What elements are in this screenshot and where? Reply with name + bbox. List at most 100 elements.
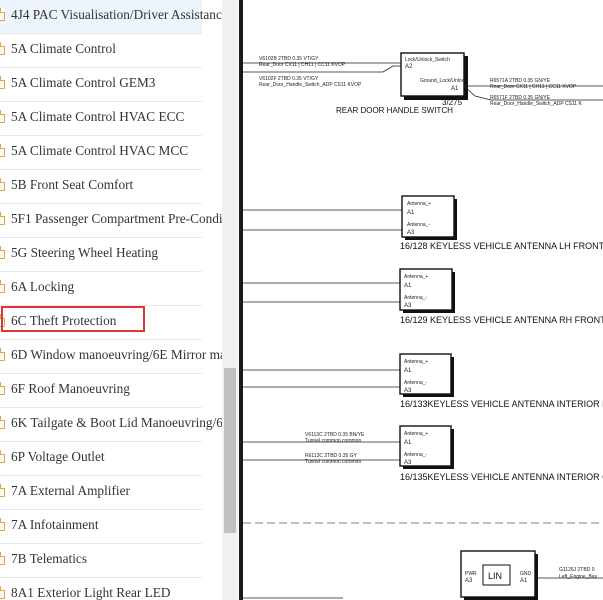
tree-item-6a-locking[interactable]: 6A Locking — [0, 272, 202, 306]
component-title: REAR DOOR HANDLE SWITCH — [336, 106, 453, 115]
selection-highlight — [1, 306, 145, 332]
component-caption: 16/135KEYLESS VEHICLE ANTENNA INTERIOR C — [400, 472, 603, 482]
tree-item-5a-climate-control-gem3[interactable]: 5A Climate Control GEM3 — [0, 68, 202, 102]
component-caption: 16/129 KEYLESS VEHICLE ANTENNA RH FRONT — [400, 315, 603, 325]
document-icon — [0, 178, 5, 191]
tree-item-label: 5F1 Passenger Compartment Pre-Conditioni… — [11, 211, 222, 226]
tree-item-label: 5A Climate Control HVAC MCC — [11, 143, 189, 158]
pin-number: A3 — [407, 230, 415, 236]
document-icon — [0, 416, 5, 429]
tree-item-7b-telematics[interactable]: 7B Telematics — [0, 544, 202, 578]
tree-item-4j4-pac-visualisation[interactable]: 4J4 PAC Visualisation/Driver Assistance — [0, 0, 222, 34]
tree-item-label: 5A Climate Control GEM3 — [11, 75, 156, 90]
document-icon — [0, 450, 5, 463]
lin-label: LIN — [488, 571, 502, 581]
tree-item-5a-climate-control-hvac-mcc[interactable]: 5A Climate Control HVAC MCC — [0, 136, 202, 170]
document-icon — [0, 110, 5, 123]
document-icon — [0, 42, 5, 55]
pin-number: A3 — [465, 578, 473, 584]
pin-label: Antenna_- — [404, 452, 427, 458]
pin-number: A1 — [520, 578, 528, 584]
pin-label: Antenna_- — [404, 295, 427, 301]
sidebar-scrollbar[interactable] — [222, 0, 238, 600]
keyless-antenna-interior-left[interactable]: Antenna_+ A1 Antenna_- A3 16/133KEYLESS … — [243, 353, 603, 409]
wire-label: Tunnel common common — [305, 459, 361, 465]
document-icon — [0, 586, 5, 599]
tree-item-label: 5B Front Seat Comfort — [11, 177, 134, 192]
tree-item-5f1-passenger-compartment[interactable]: 5F1 Passenger Compartment Pre-Conditioni… — [0, 204, 222, 238]
pin-label: Ground_Lock/Unlock — [420, 78, 467, 84]
document-icon — [0, 484, 5, 497]
pin-label: Antenna_+ — [407, 201, 431, 207]
tree-item-label: 7B Telematics — [11, 551, 88, 566]
document-icon — [0, 280, 5, 293]
tree-item-7a-infotainment[interactable]: 7A Infotainment — [0, 510, 202, 544]
keyless-antenna-interior-centre[interactable]: V6113C 2TBD 0.35 BN/YE Tunnel common com… — [243, 425, 603, 482]
pin-label: PWR — [465, 571, 477, 577]
pin-number: A1 — [404, 283, 412, 289]
tree-item-5a-climate-control[interactable]: 5A Climate Control — [0, 34, 202, 68]
tree-item-5a-climate-control-hvac-ecc[interactable]: 5A Climate Control HVAC ECC — [0, 102, 202, 136]
pin-label: Antenna_+ — [404, 431, 428, 437]
document-icon — [0, 212, 5, 225]
pin-number: A1 — [404, 440, 412, 446]
pin-number: A3 — [404, 460, 412, 466]
pin-number: A2 — [405, 64, 413, 70]
tree-item-5b-front-seat-comfort[interactable]: 5B Front Seat Comfort — [0, 170, 202, 204]
wire-label: Rear_Door_Handle_Switch_ADP CS11 K — [490, 101, 582, 107]
tree-item-6f-roof-manoeuvring[interactable]: 6F Roof Manoeuvring — [0, 374, 202, 408]
tree-item-label: 6K Tailgate & Boot Lid Manoeuvring/6 — [11, 415, 222, 430]
tree-item-6p-voltage-outlet[interactable]: 6P Voltage Outlet — [0, 442, 202, 476]
pin-label: GND — [520, 571, 532, 577]
tree-item-label: 7A Infotainment — [11, 517, 99, 532]
battery-backup-module[interactable]: PWR A3 LIN GND A1 G1126J 2TBD 0 Left_Eng… — [243, 550, 603, 600]
navigation-tree: 4J4 PAC Visualisation/Driver Assistance … — [0, 0, 222, 600]
document-icon — [0, 246, 5, 259]
component-caption: 16/133KEYLESS VEHICLE ANTENNA INTERIOR L — [400, 399, 603, 409]
wire-label: Rear_Door CX11 | CH11 | CC11 KVOP — [490, 84, 577, 90]
tree-item-label: 6A Locking — [11, 279, 75, 294]
pin-number: A3 — [404, 303, 412, 309]
component-caption: 16/128 KEYLESS VEHICLE ANTENNA LH FRONT — [400, 241, 603, 251]
tree-item-8a1-exterior-light-rear-led[interactable]: 8A1 Exterior Light Rear LED — [0, 578, 202, 600]
keyless-antenna-rh-front[interactable]: Antenna_+ A1 Antenna_- A3 16/129 KEYLESS… — [243, 268, 603, 325]
wire-label: Rear_Door CX11 | CH11 | CC11 KVOP — [259, 62, 346, 68]
rear-door-handle-switch[interactable]: V6102B 2TBD 0.35 VT/GY Rear_Door CX11 | … — [243, 52, 603, 115]
tree-item-label: 5A Climate Control HVAC ECC — [11, 109, 185, 124]
pin-label: Lock/Unlock_Switch — [405, 57, 450, 63]
pin-number: A1 — [451, 86, 459, 92]
wire — [382, 65, 401, 73]
pin-number: A1 — [404, 368, 412, 374]
pin-label: Antenna_- — [407, 222, 430, 228]
tree-item-label: 8A1 Exterior Light Rear LED — [11, 585, 171, 600]
tree-item-label: 6F Roof Manoeuvring — [11, 381, 130, 396]
keyless-antenna-lh-front[interactable]: Antenna_+ A1 Antenna_- A3 16/128 KEYLESS… — [243, 195, 603, 251]
tree-item-label: 6P Voltage Outlet — [11, 449, 105, 464]
tree-item-label: 6D Window manoeuvring/6E Mirror manoeuvr… — [11, 347, 222, 362]
document-icon — [0, 144, 5, 157]
tree-item-label: 5G Steering Wheel Heating — [11, 245, 159, 260]
wiring-diagram[interactable]: V6102B 2TBD 0.35 VT/GY Rear_Door CX11 | … — [243, 0, 603, 600]
tree-item-7a-external-amplifier[interactable]: 7A External Amplifier — [0, 476, 202, 510]
pin-label: Antenna_+ — [404, 359, 428, 365]
wire-label: Left_Engine_Bay — [559, 574, 598, 580]
tree-item-label: 5A Climate Control — [11, 41, 116, 56]
pin-label: Antenna_+ — [404, 274, 428, 280]
document-icon — [0, 348, 5, 361]
tree-item-6d-window-manoeuvring[interactable]: 6D Window manoeuvring/6E Mirror manoeuvr… — [0, 340, 222, 374]
tree-item-5g-steering-wheel-heating[interactable]: 5G Steering Wheel Heating — [0, 238, 202, 272]
wire-label: Tunnel common common — [305, 438, 361, 444]
pin-number: A3 — [404, 388, 412, 394]
tree-item-label: 7A External Amplifier — [11, 483, 130, 498]
tree-item-label: 4J4 PAC Visualisation/Driver Assistance — [11, 7, 222, 22]
wire-label: G1126J 2TBD 0 — [559, 567, 595, 573]
scrollbar-thumb[interactable] — [224, 368, 236, 533]
pin-label: Antenna_- — [404, 380, 427, 386]
document-icon — [0, 552, 5, 565]
pin-number: A1 — [407, 210, 415, 216]
document-icon — [0, 8, 5, 21]
wire-label: Rear_Door_Handle_Switch_ADP CS11 KVOP — [259, 82, 362, 88]
tree-item-6k-tailgate-boot-lid[interactable]: 6K Tailgate & Boot Lid Manoeuvring/6 — [0, 408, 222, 442]
document-icon — [0, 518, 5, 531]
document-icon — [0, 382, 5, 395]
